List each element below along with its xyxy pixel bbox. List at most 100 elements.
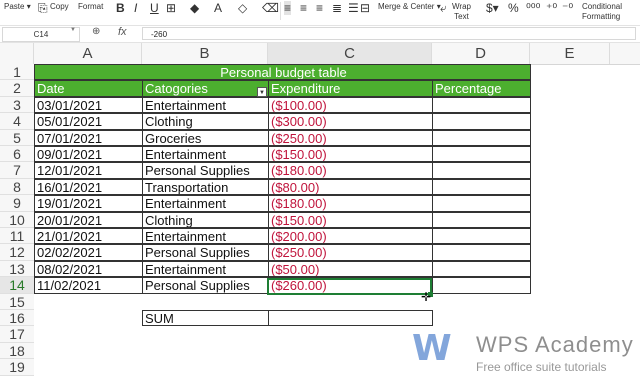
expenditure-cell[interactable]: ($100.00) (268, 96, 433, 114)
wrap-text-button[interactable]: Wrap Text (452, 2, 471, 22)
header-expenditure[interactable]: Expenditure (268, 80, 433, 97)
wrap-icon[interactable]: ⤶ (440, 1, 447, 16)
percentage-cell[interactable] (432, 244, 531, 261)
percentage-cell[interactable] (432, 113, 531, 130)
expenditure-cell[interactable]: ($300.00) (268, 113, 433, 130)
row-header-5[interactable]: 5 (0, 129, 34, 146)
eraser-icon[interactable]: ⌫ (262, 1, 279, 15)
category-cell[interactable]: Entertainment (142, 260, 269, 278)
category-cell[interactable]: Personal Supplies (142, 277, 269, 294)
row-header-18[interactable]: 18 (0, 342, 34, 360)
date-cell[interactable]: 02/02/2021 (34, 244, 143, 261)
date-cell[interactable]: 07/01/2021 (34, 129, 143, 146)
align-right-icon[interactable]: ≡ (316, 1, 323, 15)
copy-icon[interactable]: ⎘ (38, 1, 48, 16)
row-header-7[interactable]: 7 (0, 162, 34, 179)
header-percentage[interactable]: Percentage (432, 80, 531, 97)
row-header-3[interactable]: 3 (0, 96, 34, 114)
name-box[interactable]: C14 (2, 27, 80, 42)
date-cell[interactable]: 16/01/2021 (34, 178, 143, 196)
percentage-cell[interactable] (432, 96, 531, 114)
table-title[interactable]: Personal budget table (34, 64, 531, 81)
row-header-19[interactable]: 19 (0, 359, 34, 376)
percentage-cell[interactable] (432, 277, 531, 294)
row-header-13[interactable]: 13 (0, 260, 34, 278)
chevron-down-icon[interactable]: ▼ (70, 27, 76, 33)
paste-button[interactable]: Paste ▾ (4, 2, 31, 11)
formula-input[interactable]: -260 (142, 27, 636, 40)
expenditure-cell[interactable]: ($150.00) (268, 146, 433, 163)
date-cell[interactable]: 12/01/2021 (34, 162, 143, 179)
percentage-cell[interactable] (432, 228, 531, 245)
date-cell[interactable]: 09/01/2021 (34, 146, 143, 163)
align-left-icon[interactable]: ≡ (284, 1, 292, 15)
sum-value-cell[interactable] (268, 310, 433, 327)
date-cell[interactable]: 08/02/2021 (34, 260, 143, 278)
row-header-16[interactable]: 16 (0, 310, 34, 327)
category-cell[interactable]: Entertainment (142, 146, 269, 163)
date-cell[interactable]: 19/01/2021 (34, 195, 143, 212)
percentage-cell[interactable] (432, 178, 531, 196)
merge-center-button[interactable]: Merge & Center ▾ (378, 2, 441, 11)
sum-label[interactable]: SUM (142, 310, 269, 327)
row-header-9[interactable]: 9 (0, 195, 34, 212)
thousands-icon[interactable]: ⁰⁰⁰ (526, 1, 540, 15)
header-categories[interactable]: Catogories (142, 80, 269, 97)
category-cell[interactable]: Personal Supplies (142, 162, 269, 179)
column-header-d[interactable]: D (432, 43, 530, 64)
align-center-icon[interactable]: ≡ (300, 1, 307, 15)
date-cell[interactable]: 11/02/2021 (34, 277, 143, 294)
category-cell[interactable]: Clothing (142, 113, 269, 130)
percentage-cell[interactable] (432, 260, 531, 278)
percent-icon[interactable]: % (508, 1, 519, 15)
fx-icon[interactable]: fx (118, 26, 127, 38)
column-header-a[interactable]: A (34, 43, 142, 64)
percentage-cell[interactable] (432, 211, 531, 228)
date-cell[interactable]: 20/01/2021 (34, 211, 143, 228)
zoom-icon[interactable]: ⊕ (92, 26, 100, 37)
category-cell[interactable]: Entertainment (142, 228, 269, 245)
expenditure-cell[interactable]: ($250.00) (268, 244, 433, 261)
percentage-cell[interactable] (432, 195, 531, 212)
header-date[interactable]: Date (34, 80, 143, 97)
row-header-4[interactable]: 4 (0, 113, 34, 130)
fill-color-icon[interactable]: ◆ (190, 1, 199, 15)
category-cell[interactable]: Entertainment (142, 96, 269, 114)
category-cell[interactable]: Transportation (142, 178, 269, 196)
row-header-15[interactable]: 15 (0, 293, 34, 310)
date-cell[interactable]: 21/01/2021 (34, 228, 143, 245)
percentage-cell[interactable] (432, 129, 531, 146)
increase-decimal-icon[interactable]: ⁺⁰ (546, 1, 557, 15)
font-color-icon[interactable]: A (214, 1, 222, 15)
fill-bucket-icon[interactable]: ◇ (238, 1, 247, 15)
underline-icon[interactable]: U (150, 1, 159, 15)
row-header-1[interactable]: 1 (0, 64, 34, 81)
percentage-cell[interactable] (432, 162, 531, 179)
column-header-c[interactable]: C (268, 43, 432, 64)
filter-dropdown-icon[interactable]: ▼ (257, 87, 267, 97)
expenditure-cell[interactable]: ($150.00) (268, 211, 433, 228)
expenditure-cell[interactable]: ($180.00) (268, 195, 433, 212)
conditional-formatting-button[interactable]: Conditional Formatting (582, 2, 622, 22)
borders-icon[interactable]: ⊞ (166, 1, 176, 15)
row-header-6[interactable]: 6 (0, 146, 34, 163)
justify-icon[interactable]: ≣ (332, 1, 342, 15)
category-cell[interactable]: Groceries (142, 129, 269, 146)
column-header-e[interactable]: E (530, 43, 610, 64)
row-header-8[interactable]: 8 (0, 178, 34, 196)
italic-icon[interactable]: I (134, 1, 137, 15)
row-header-12[interactable]: 12 (0, 244, 34, 261)
currency-icon[interactable]: $▾ (486, 1, 499, 15)
row-header-10[interactable]: 10 (0, 211, 34, 228)
expenditure-cell[interactable]: ($250.00) (268, 129, 433, 146)
expenditure-cell[interactable]: ($50.00) (268, 260, 433, 278)
expenditure-cell[interactable]: ($200.00) (268, 228, 433, 245)
expenditure-cell[interactable]: ($80.00) (268, 178, 433, 196)
decrease-decimal-icon[interactable]: ⁻⁰ (562, 1, 573, 15)
merge-icon[interactable]: ⊟ (360, 1, 370, 15)
select-all-corner[interactable] (0, 43, 34, 64)
category-cell[interactable]: Clothing (142, 211, 269, 228)
bold-icon[interactable]: B (116, 1, 125, 15)
date-cell[interactable]: 05/01/2021 (34, 113, 143, 130)
category-cell[interactable]: Entertainment (142, 195, 269, 212)
